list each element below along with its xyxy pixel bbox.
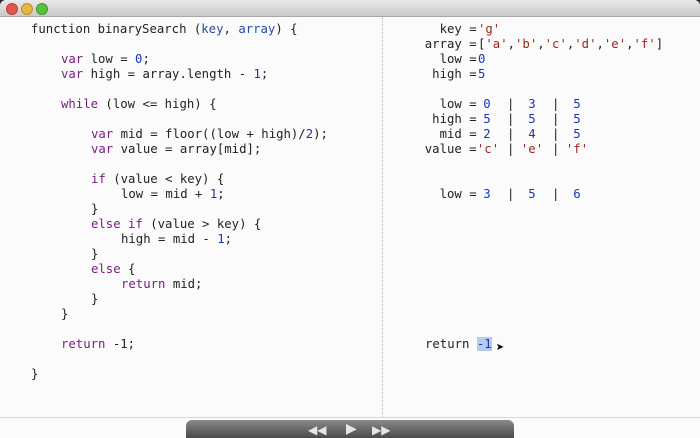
code-line-15: } — [91, 292, 99, 306]
trace-low-label: low = — [439, 52, 484, 66]
loop-high-label: high = — [432, 112, 484, 126]
loop-low-value: 5 — [573, 97, 581, 111]
code-line-11: high = mid - 1; — [121, 232, 233, 246]
loop-mid-label: mid = — [439, 127, 484, 141]
title-bar — [0, 0, 700, 17]
loop-value-value: 'e' — [520, 142, 544, 156]
pane-divider — [382, 17, 383, 417]
code-line-5: var mid = floor((low + high)/2); — [91, 127, 328, 141]
return-result: return -1 — [425, 337, 492, 352]
loop-mid-value: 5 — [573, 127, 581, 141]
code-line-4: while (low <= high) { — [61, 97, 217, 111]
code-line-1: function binarySearch (key, array) { — [31, 22, 298, 36]
trace-array-label: array = — [424, 37, 484, 51]
video-controls-bar[interactable]: ◀◀ ▶ ▶▶ — [186, 420, 514, 438]
after-low-label: low = — [439, 187, 484, 201]
loop-value-value: 'c' — [476, 142, 500, 156]
loop-separator: | — [552, 187, 560, 201]
code-line-12: } — [91, 247, 99, 261]
mouse-pointer-icon: ➤ — [496, 340, 505, 356]
loop-separator: | — [507, 127, 515, 141]
return-label: return — [425, 337, 477, 351]
editor-window: function binarySearch (key, array) { var… — [0, 0, 700, 438]
window-bottom-edge — [0, 417, 700, 418]
loop-separator: | — [552, 112, 560, 126]
code-line-3: var high = array.length - 1; — [61, 67, 269, 81]
close-window-button[interactable] — [6, 3, 18, 15]
rewind-icon[interactable]: ◀◀ — [308, 423, 326, 437]
loop-high-value: 5 — [483, 112, 491, 126]
code-line-13: else { — [91, 262, 136, 276]
trace-key-value: 'g' — [478, 22, 501, 36]
trace-key-label: key = — [439, 22, 484, 36]
code-line-8: low = mid + 1; — [121, 187, 225, 201]
return-value-selected[interactable]: -1 — [476, 337, 492, 351]
loop-separator: | — [507, 142, 515, 156]
loop-high-value: 5 — [528, 112, 536, 126]
code-line-16: } — [61, 307, 69, 321]
loop-separator: | — [507, 187, 515, 201]
loop-separator: | — [552, 142, 560, 156]
code-line-6: var value = array[mid]; — [91, 142, 262, 156]
loop-mid-value: 2 — [483, 127, 491, 141]
minimize-window-button[interactable] — [21, 3, 33, 15]
fast-forward-icon[interactable]: ▶▶ — [372, 423, 390, 437]
loop-high-value: 5 — [573, 112, 581, 126]
loop-separator: | — [552, 97, 560, 111]
loop-low-value: 3 — [528, 97, 536, 111]
after-low-value: 6 — [573, 187, 581, 201]
loop-mid-value: 4 — [528, 127, 536, 141]
code-line-14: return mid; — [121, 277, 203, 291]
code-line-2: var low = 0; — [61, 52, 150, 66]
loop-separator: | — [507, 97, 515, 111]
after-low-value: 3 — [483, 187, 491, 201]
code-line-17: return -1; — [61, 337, 136, 351]
trace-high-value: 5 — [478, 67, 486, 81]
play-icon[interactable]: ▶ — [346, 421, 357, 437]
zoom-window-button[interactable] — [36, 3, 48, 15]
after-low-value: 5 — [528, 187, 536, 201]
loop-value-label: value = — [424, 142, 484, 156]
code-line-18: } — [31, 367, 39, 381]
loop-value-value: 'f' — [565, 142, 589, 156]
loop-separator: | — [552, 127, 560, 141]
code-line-9: } — [91, 202, 99, 216]
code-line-10: else if (value > key) { — [91, 217, 262, 231]
loop-separator: | — [507, 112, 515, 126]
trace-array-value: ['a','b','c','d','e','f'] — [478, 37, 664, 51]
loop-low-value: 0 — [483, 97, 491, 111]
loop-low-label: low = — [439, 97, 484, 111]
trace-high-label: high = — [432, 67, 484, 81]
trace-low-value: 0 — [478, 52, 486, 66]
code-line-7: if (value < key) { — [91, 172, 225, 186]
